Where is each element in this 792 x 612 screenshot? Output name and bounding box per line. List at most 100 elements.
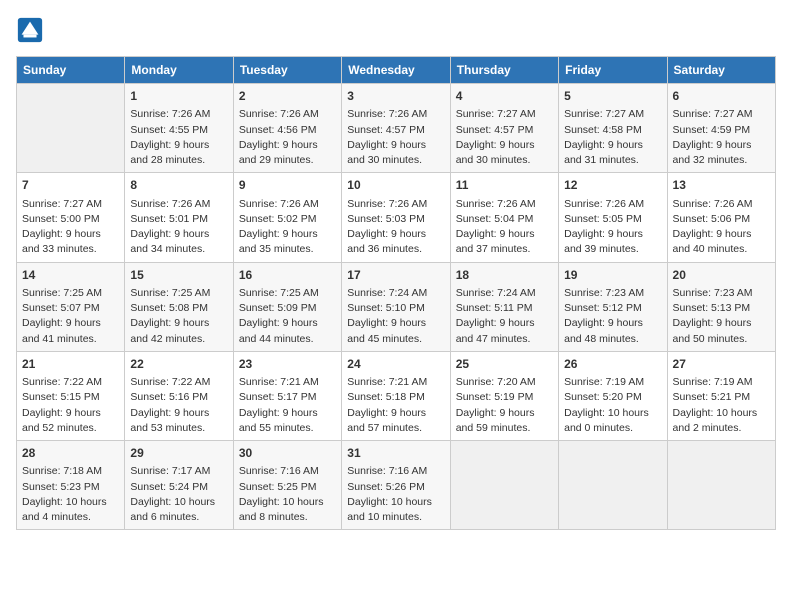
day-number: 7 <box>22 177 119 194</box>
day-info: Sunrise: 7:23 AM Sunset: 5:12 PM Dayligh… <box>564 286 661 347</box>
col-header-saturday: Saturday <box>667 57 775 84</box>
day-info: Sunrise: 7:17 AM Sunset: 5:24 PM Dayligh… <box>130 464 227 525</box>
calendar-cell: 10 Sunrise: 7:26 AM Sunset: 5:03 PM Dayli… <box>342 173 450 262</box>
calendar-cell: 20 Sunrise: 7:23 AM Sunset: 5:13 PM Dayli… <box>667 262 775 351</box>
calendar-cell: 30 Sunrise: 7:16 AM Sunset: 5:25 PM Dayli… <box>233 441 341 530</box>
day-number: 31 <box>347 445 444 462</box>
day-number: 30 <box>239 445 336 462</box>
logo-icon <box>16 16 44 44</box>
calendar-cell: 26 Sunrise: 7:19 AM Sunset: 5:20 PM Dayli… <box>559 351 667 440</box>
calendar-cell <box>667 441 775 530</box>
day-info: Sunrise: 7:20 AM Sunset: 5:19 PM Dayligh… <box>456 375 553 436</box>
day-number: 28 <box>22 445 119 462</box>
calendar-cell: 23 Sunrise: 7:21 AM Sunset: 5:17 PM Dayli… <box>233 351 341 440</box>
day-info: Sunrise: 7:25 AM Sunset: 5:07 PM Dayligh… <box>22 286 119 347</box>
calendar-cell: 5 Sunrise: 7:27 AM Sunset: 4:58 PM Daylig… <box>559 84 667 173</box>
day-number: 10 <box>347 177 444 194</box>
day-number: 20 <box>673 267 770 284</box>
calendar-cell: 25 Sunrise: 7:20 AM Sunset: 5:19 PM Dayli… <box>450 351 558 440</box>
day-info: Sunrise: 7:22 AM Sunset: 5:16 PM Dayligh… <box>130 375 227 436</box>
col-header-thursday: Thursday <box>450 57 558 84</box>
day-info: Sunrise: 7:27 AM Sunset: 4:58 PM Dayligh… <box>564 107 661 168</box>
calendar-cell: 7 Sunrise: 7:27 AM Sunset: 5:00 PM Daylig… <box>17 173 125 262</box>
day-number: 1 <box>130 88 227 105</box>
day-number: 9 <box>239 177 336 194</box>
day-info: Sunrise: 7:19 AM Sunset: 5:21 PM Dayligh… <box>673 375 770 436</box>
calendar-cell: 29 Sunrise: 7:17 AM Sunset: 5:24 PM Dayli… <box>125 441 233 530</box>
col-header-wednesday: Wednesday <box>342 57 450 84</box>
day-info: Sunrise: 7:26 AM Sunset: 4:57 PM Dayligh… <box>347 107 444 168</box>
calendar-cell: 18 Sunrise: 7:24 AM Sunset: 5:11 PM Dayli… <box>450 262 558 351</box>
calendar-cell: 22Sunrise: 7:22 AM Sunset: 5:16 PM Dayli… <box>125 351 233 440</box>
calendar-cell: 2Sunrise: 7:26 AM Sunset: 4:56 PM Daylig… <box>233 84 341 173</box>
day-info: Sunrise: 7:26 AM Sunset: 5:05 PM Dayligh… <box>564 197 661 258</box>
calendar-cell <box>450 441 558 530</box>
calendar-cell: 6 Sunrise: 7:27 AM Sunset: 4:59 PM Daylig… <box>667 84 775 173</box>
calendar-cell <box>17 84 125 173</box>
calendar-cell: 19Sunrise: 7:23 AM Sunset: 5:12 PM Dayli… <box>559 262 667 351</box>
day-info: Sunrise: 7:25 AM Sunset: 5:09 PM Dayligh… <box>239 286 336 347</box>
calendar-cell: 15 Sunrise: 7:25 AM Sunset: 5:08 PM Dayli… <box>125 262 233 351</box>
col-header-sunday: Sunday <box>17 57 125 84</box>
calendar-week-3: 14 Sunrise: 7:25 AM Sunset: 5:07 PM Dayli… <box>17 262 776 351</box>
day-info: Sunrise: 7:26 AM Sunset: 4:55 PM Dayligh… <box>130 107 227 168</box>
day-number: 13 <box>673 177 770 194</box>
calendar-cell: 31 Sunrise: 7:16 AM Sunset: 5:26 PM Dayli… <box>342 441 450 530</box>
calendar-week-1: 1 Sunrise: 7:26 AM Sunset: 4:55 PM Daylig… <box>17 84 776 173</box>
calendar-cell: 3 Sunrise: 7:26 AM Sunset: 4:57 PM Daylig… <box>342 84 450 173</box>
day-info: Sunrise: 7:27 AM Sunset: 5:00 PM Dayligh… <box>22 197 119 258</box>
day-info: Sunrise: 7:23 AM Sunset: 5:13 PM Dayligh… <box>673 286 770 347</box>
day-info: Sunrise: 7:26 AM Sunset: 5:01 PM Dayligh… <box>130 197 227 258</box>
day-info: Sunrise: 7:26 AM Sunset: 4:56 PM Dayligh… <box>239 107 336 168</box>
day-number: 24 <box>347 356 444 373</box>
day-number: 27 <box>673 356 770 373</box>
day-info: Sunrise: 7:24 AM Sunset: 5:11 PM Dayligh… <box>456 286 553 347</box>
day-info: Sunrise: 7:16 AM Sunset: 5:26 PM Dayligh… <box>347 464 444 525</box>
day-number: 14 <box>22 267 119 284</box>
day-number: 5 <box>564 88 661 105</box>
calendar-cell <box>559 441 667 530</box>
calendar-cell: 24 Sunrise: 7:21 AM Sunset: 5:18 PM Dayli… <box>342 351 450 440</box>
calendar-cell: 11Sunrise: 7:26 AM Sunset: 5:04 PM Dayli… <box>450 173 558 262</box>
calendar-week-4: 21Sunrise: 7:22 AM Sunset: 5:15 PM Dayli… <box>17 351 776 440</box>
day-number: 6 <box>673 88 770 105</box>
day-number: 29 <box>130 445 227 462</box>
day-info: Sunrise: 7:18 AM Sunset: 5:23 PM Dayligh… <box>22 464 119 525</box>
day-number: 3 <box>347 88 444 105</box>
calendar-cell: 17Sunrise: 7:24 AM Sunset: 5:10 PM Dayli… <box>342 262 450 351</box>
calendar-cell: 8 Sunrise: 7:26 AM Sunset: 5:01 PM Daylig… <box>125 173 233 262</box>
day-number: 8 <box>130 177 227 194</box>
day-info: Sunrise: 7:21 AM Sunset: 5:18 PM Dayligh… <box>347 375 444 436</box>
day-number: 11 <box>456 177 553 194</box>
day-number: 4 <box>456 88 553 105</box>
calendar-week-2: 7 Sunrise: 7:27 AM Sunset: 5:00 PM Daylig… <box>17 173 776 262</box>
day-info: Sunrise: 7:21 AM Sunset: 5:17 PM Dayligh… <box>239 375 336 436</box>
col-header-tuesday: Tuesday <box>233 57 341 84</box>
calendar-cell: 12 Sunrise: 7:26 AM Sunset: 5:05 PM Dayli… <box>559 173 667 262</box>
day-number: 15 <box>130 267 227 284</box>
day-number: 12 <box>564 177 661 194</box>
day-info: Sunrise: 7:27 AM Sunset: 4:59 PM Dayligh… <box>673 107 770 168</box>
day-info: Sunrise: 7:27 AM Sunset: 4:57 PM Dayligh… <box>456 107 553 168</box>
calendar-cell: 16Sunrise: 7:25 AM Sunset: 5:09 PM Dayli… <box>233 262 341 351</box>
day-number: 25 <box>456 356 553 373</box>
day-number: 23 <box>239 356 336 373</box>
calendar-table: SundayMondayTuesdayWednesdayThursdayFrid… <box>16 56 776 530</box>
day-number: 18 <box>456 267 553 284</box>
day-number: 17 <box>347 267 444 284</box>
day-info: Sunrise: 7:26 AM Sunset: 5:03 PM Dayligh… <box>347 197 444 258</box>
calendar-cell: 21Sunrise: 7:22 AM Sunset: 5:15 PM Dayli… <box>17 351 125 440</box>
calendar-cell: 13 Sunrise: 7:26 AM Sunset: 5:06 PM Dayli… <box>667 173 775 262</box>
day-info: Sunrise: 7:22 AM Sunset: 5:15 PM Dayligh… <box>22 375 119 436</box>
day-info: Sunrise: 7:26 AM Sunset: 5:02 PM Dayligh… <box>239 197 336 258</box>
calendar-cell: 28 Sunrise: 7:18 AM Sunset: 5:23 PM Dayli… <box>17 441 125 530</box>
day-number: 26 <box>564 356 661 373</box>
day-info: Sunrise: 7:26 AM Sunset: 5:06 PM Dayligh… <box>673 197 770 258</box>
col-header-monday: Monday <box>125 57 233 84</box>
day-info: Sunrise: 7:16 AM Sunset: 5:25 PM Dayligh… <box>239 464 336 525</box>
day-info: Sunrise: 7:25 AM Sunset: 5:08 PM Dayligh… <box>130 286 227 347</box>
calendar-cell: 27 Sunrise: 7:19 AM Sunset: 5:21 PM Dayli… <box>667 351 775 440</box>
calendar-cell: 14 Sunrise: 7:25 AM Sunset: 5:07 PM Dayli… <box>17 262 125 351</box>
day-info: Sunrise: 7:19 AM Sunset: 5:20 PM Dayligh… <box>564 375 661 436</box>
page-header <box>16 16 776 44</box>
